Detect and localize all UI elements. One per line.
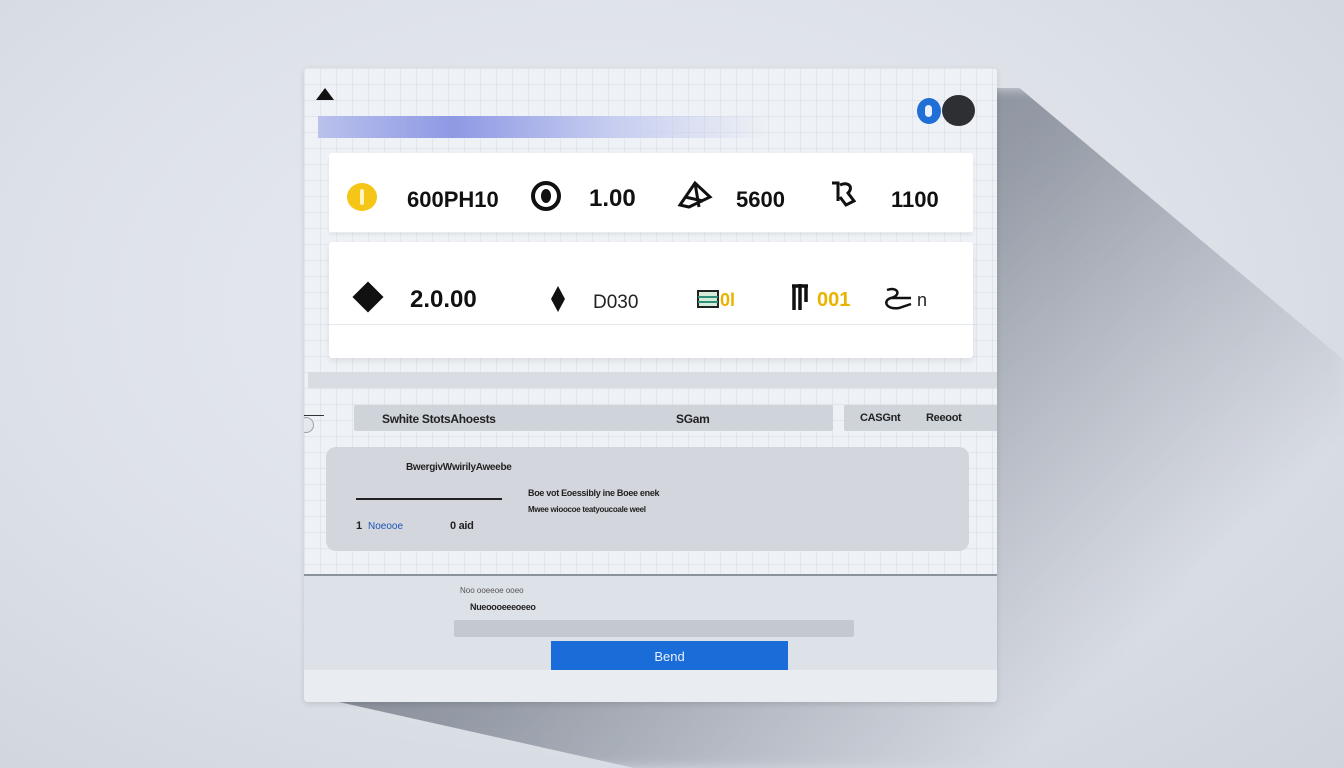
panel-line: Boe vot Eoessibly ine Boee enek <box>528 488 660 498</box>
item-count: 1 <box>356 520 362 532</box>
send-button[interactable]: Bend <box>551 641 788 671</box>
filter-options-bar: CASGnt Reeoot <box>844 405 997 431</box>
divider-tick <box>304 415 324 416</box>
composer-item: Nueoooeeeoeeo <box>470 602 536 612</box>
search-label: Swhite StotsAhoests <box>382 412 496 426</box>
stats-card-secondary: 2.0.00 D030 0l 001 n <box>329 242 973 358</box>
scribble-icon <box>881 284 917 314</box>
select-radio[interactable] <box>304 417 314 433</box>
asset-search-bar[interactable]: Swhite StotsAhoests SGam <box>354 405 833 431</box>
header-progress-bar <box>318 116 768 138</box>
stat-value: 1100 <box>891 187 939 212</box>
stat-value: 1.00 <box>589 185 636 212</box>
tool-icon <box>790 282 812 312</box>
stat-value: 5600 <box>736 187 785 212</box>
app-window: 600PH10 1.00 5600 1100 2.0.00 D030 0l 00… <box>304 68 997 702</box>
filter-option-one[interactable]: CASGnt <box>860 412 901 424</box>
stat-value: 2.0.00 <box>410 286 477 313</box>
panel-amount: 0 aid <box>450 520 474 532</box>
stat-value: 0l <box>720 290 736 310</box>
panel-line: Mwee wioocoe teatyoucoale weel <box>528 505 646 514</box>
search-button[interactable]: SGam <box>676 412 710 426</box>
stat-value: n <box>917 290 928 310</box>
stats-card-primary: 600PH10 1.00 5600 1100 <box>329 153 973 233</box>
hand-icon <box>828 179 858 209</box>
stat-value: 600PH10 <box>407 187 499 212</box>
panel-link[interactable]: Noeooe <box>368 521 403 532</box>
avatar[interactable] <box>942 95 975 126</box>
window-footer <box>304 670 997 702</box>
stat-value: 001 <box>817 289 851 311</box>
ring-icon <box>531 181 561 211</box>
sketch-icon <box>677 177 713 213</box>
panel-divider <box>356 498 502 500</box>
card-stack-base <box>308 372 997 388</box>
filter-option-two[interactable]: Reeoot <box>926 412 962 424</box>
coin-icon <box>347 183 377 211</box>
diamond-icon <box>352 281 384 313</box>
stat-value: D030 <box>593 292 639 313</box>
status-toggle-icon[interactable] <box>917 98 941 124</box>
composer-caption: Noo ooeeoe ooeo <box>460 586 524 595</box>
card-icon <box>697 286 719 310</box>
message-input[interactable] <box>454 620 854 637</box>
collapse-caret-icon[interactable] <box>316 88 334 100</box>
thin-diamond-icon <box>551 286 565 312</box>
panel-heading: BwergivWwirilyAweebe <box>406 462 512 473</box>
